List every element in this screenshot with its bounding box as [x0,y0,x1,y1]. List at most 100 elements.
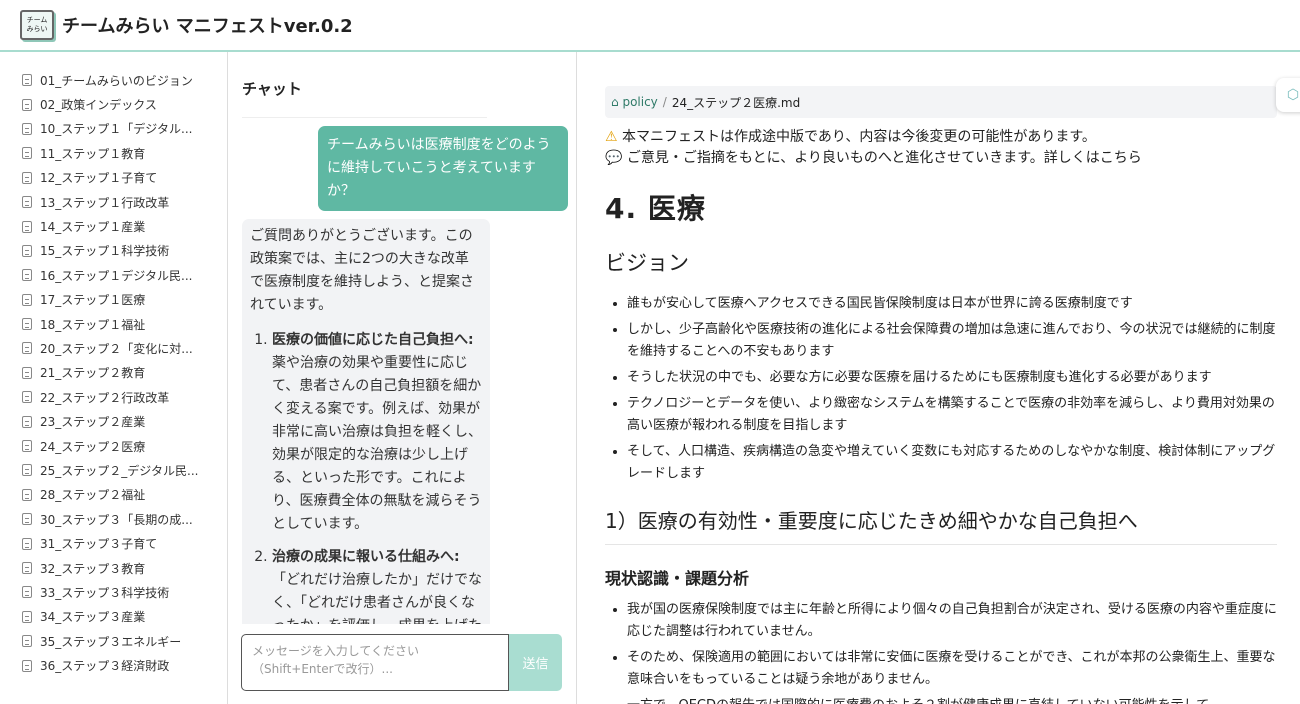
sidebar-item-label: 36_ステップ３経済財政 [40,659,170,674]
file-sidebar: 01_チームみらいのビジョン 02_政策インデックス 10_ステップ１「デジタル..… [0,52,228,704]
sidebar-item-label: 33_ステップ３科学技術 [40,585,170,600]
sidebar-item-label: 25_ステップ２_デジタル民... [40,463,199,478]
sidebar-item-label: 23_ステップ２産業 [40,415,146,430]
sidebar-item-label: 14_ステップ１産業 [40,220,146,235]
point-title: 医療の価値に応じた自己負担へ: [272,332,474,348]
document-title: 4. 医療 [605,192,706,225]
sidebar-item[interactable]: 14_ステップ１産業 [0,214,227,238]
file-icon [22,586,32,599]
file-icon [22,74,32,87]
assistant-message: ご質問ありがとうございます。この政策案では、主に2つの大きな改革で医療制度を維持… [242,219,490,624]
sidebar-item[interactable]: 21_ステップ２教育 [0,361,227,385]
app-title: チームみらい マニフェストver.0.2 [62,16,353,37]
sidebar-item-label: 13_ステップ１行政改革 [40,195,170,210]
file-icon [22,147,32,160]
sidebar-item[interactable]: 10_ステップ１「デジタル... [0,117,227,141]
sidebar-item[interactable]: 30_ステップ３「長期の成... [0,507,227,531]
vision-list: 誰もが安心して医療へアクセスできる国民皆保険制度は日本が世界に誇る医療制度ですし… [605,293,1277,485]
sidebar-item-label: 18_ステップ１福祉 [40,317,146,332]
divider [242,117,487,118]
sidebar-item[interactable]: 17_ステップ１医療 [0,288,227,312]
vision-heading: ビジョン [605,251,689,275]
list-item: そして、人口構造、疾病構造の急変や増えていく変数にも対応するためのしなやかな制度… [627,441,1277,485]
sidebar-item-label: 24_ステップ２医療 [40,439,146,454]
file-icon [22,610,32,623]
sidebar-item[interactable]: 11_ステップ１教育 [0,141,227,165]
chat-title: チャット [242,80,302,98]
team-mirai-logo[interactable]: チーム みらい [20,10,54,40]
file-icon [22,440,32,453]
file-icon [22,488,32,501]
user-message: チームみらいは医療制度をどのように維持していこうと考えていますか？ [318,126,568,211]
sidebar-item[interactable]: 35_ステップ３エネルギー [0,629,227,653]
sidebar-item[interactable]: 22_ステップ２行政改革 [0,385,227,409]
file-icon [22,98,32,111]
sidebar-item[interactable]: 13_ステップ１行政改革 [0,190,227,214]
file-icon [22,366,32,379]
breadcrumb-home-label: policy [622,95,658,109]
breadcrumb-separator: / [662,95,667,109]
sidebar-item-label: 34_ステップ３産業 [40,610,146,625]
notice: ⚠ 本マニフェストは作成途中版であり、内容は今後変更の可能性があります。 💬 ご… [605,127,1277,169]
sidebar-item[interactable]: 02_政策インデックス [0,92,227,116]
speech-bubble-icon: 💬 [605,150,623,166]
analysis-list: 我が国の医療保険制度では主に年齢と所得により個々の自己負担割合が決定され、受ける… [605,599,1277,704]
sidebar-item-label: 02_政策インデックス [40,98,157,113]
home-icon: ⌂ [611,95,619,109]
sidebar-item-label: 35_ステップ３エネルギー [40,634,182,649]
sidebar-item[interactable]: 24_ステップ２医療 [0,434,227,458]
sidebar-item[interactable]: 32_ステップ３教育 [0,556,227,580]
warning-text: 本マニフェストは作成途中版であり、内容は今後変更の可能性があります。 [622,129,1096,145]
warning-icon: ⚠ [605,129,618,145]
list-item: 我が国の医療保険制度では主に年齢と所得により個々の自己負担割合が決定され、受ける… [627,599,1277,643]
file-icon [22,293,32,306]
sidebar-item[interactable]: 34_ステップ３産業 [0,605,227,629]
file-icon [22,391,32,404]
list-item: そのため、保険適用の範囲においては非常に安価に医療を受けることができ、これが本邦… [627,647,1277,691]
sidebar-item[interactable]: 18_ステップ１福祉 [0,312,227,336]
file-icon [22,171,32,184]
file-icon [22,196,32,209]
sidebar-item-label: 12_ステップ１子育て [40,171,158,186]
sidebar-item[interactable]: 28_ステップ２福祉 [0,483,227,507]
sidebar-item[interactable]: 36_ステップ３経済財政 [0,653,227,677]
sidebar-item-label: 21_ステップ２教育 [40,366,146,381]
sidebar-item[interactable]: 16_ステップ１デジタル民... [0,263,227,287]
sidebar-item[interactable]: 01_チームみらいのビジョン [0,68,227,92]
sidebar-item-label: 32_ステップ３教育 [40,561,146,576]
sidebar-item[interactable]: 33_ステップ３科学技術 [0,580,227,604]
file-icon [22,415,32,428]
sidebar-item[interactable]: 31_ステップ３子育て [0,531,227,555]
sidebar-item[interactable]: 15_ステップ１科学技術 [0,239,227,263]
list-item: しかし、少子高齢化や医療技術の進化による社会保障費の増加は急速に進んでおり、今の… [627,319,1277,363]
list-item: 一方で、OECDの報告では国際的に医療費のおよそ２割が健康成果に直結していない可… [627,695,1277,704]
assistant-intro: ご質問ありがとうございます。この政策案では、主に2つの大きな改革で医療制度を維持… [250,228,474,313]
point-body: 薬や治療の効果や重要性に応じて、患者さんの自己負担額を細かく変える案です。例えば… [272,355,482,532]
point-body: 「どれだけ治療したか」だけでなく、「どれだけ患者さんが良くなったか」を評価し、成… [272,572,482,624]
sidebar-item-label: 15_ステップ１科学技術 [40,244,170,259]
sidebar-item[interactable]: 12_ステップ１子育て [0,166,227,190]
list-item: テクノロジーとデータを使い、より緻密なシステムを構築することで医療の非効率を減ら… [627,393,1277,437]
sidebar-item-label: 30_ステップ３「長期の成... [40,512,193,527]
file-icon [22,635,32,648]
sidebar-item-label: 01_チームみらいのビジョン [40,73,193,88]
app-header: チーム みらい チームみらい マニフェストver.0.2 [0,0,1300,52]
analysis-heading: 現状認識・課題分析 [605,569,750,588]
file-icon [22,562,32,574]
point-title: 治療の成果に報いる仕組みへ: [272,549,460,565]
sidebar-item[interactable]: 23_ステップ２産業 [0,409,227,433]
assistant-point: 治療の成果に報いる仕組みへ: 「どれだけ治療したか」だけでなく、「どれだけ患者さん… [272,546,482,624]
sidebar-item-label: 31_ステップ３子育て [40,537,158,552]
file-icon [22,537,32,550]
file-icon [22,269,32,282]
feedback-link[interactable]: ご意見・ご指摘をもとに、より良いものへと進化させていきます。詳しくはこちら [627,150,1142,166]
sidebar-item[interactable]: 25_ステップ２_デジタル民... [0,458,227,482]
breadcrumb-home[interactable]: ⌂ policy [611,95,658,109]
message-input[interactable]: メッセージを入力してください（Shift+Enterで改行）... [241,634,509,691]
list-item: そうした状況の中でも、必要な方に必要な医療を届けるためにも医療制度も進化する必要… [627,367,1277,389]
breadcrumb: ⌂ policy / 24_ステップ２医療.md [605,86,1277,118]
layers-icon[interactable]: ⬡ [1276,78,1300,112]
sidebar-item-label: 22_ステップ２行政改革 [40,390,170,405]
sidebar-item[interactable]: 20_ステップ２「変化に対... [0,336,227,360]
send-button[interactable]: 送信 [509,634,562,691]
